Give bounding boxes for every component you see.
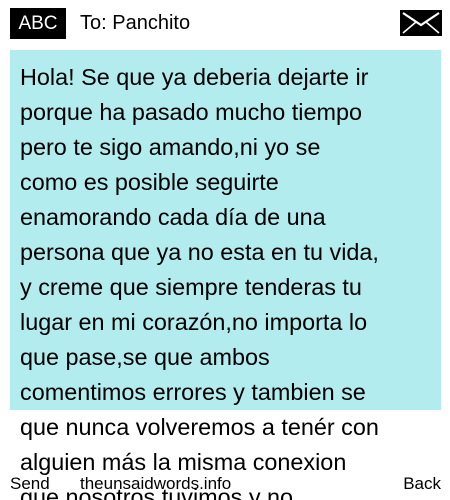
compose-header: ABC To: Panchito	[0, 0, 450, 45]
message-line: lugar en mi corazón,no importa lo	[20, 309, 368, 335]
message-line: y creme que siempre tenderas tu	[20, 274, 362, 300]
message-line: porque ha pasado mucho tiempo	[20, 99, 362, 125]
input-mode-badge[interactable]: ABC	[10, 8, 66, 39]
message-compose-screen: ABC To: Panchito Hola! Se que ya deberia…	[0, 0, 450, 500]
send-softkey[interactable]: Send	[10, 472, 50, 496]
message-line: comentimos errores y tambien se	[20, 379, 366, 405]
message-line: pero te sigo amando,ni yo se	[20, 134, 321, 160]
recipient-field[interactable]: To: Panchito	[80, 10, 190, 36]
envelope-icon	[400, 10, 442, 36]
message-body-field[interactable]: Hola! Se que ya deberia dejarte ir porque…	[10, 50, 441, 500]
message-line: que pase,se que ambos	[20, 344, 270, 370]
message-line: como es posible seguirte	[20, 169, 279, 195]
message-line: que nunca volveremos a tenér con	[20, 414, 379, 440]
message-line: Hola! Se que ya deberia dejarte ir	[20, 64, 369, 90]
website-watermark: theunsaidwords.info	[80, 474, 232, 493]
message-text: Hola! Se que ya deberia dejarte ir porque…	[20, 60, 436, 500]
message-line: enamorando cada día de una	[20, 204, 326, 230]
back-softkey[interactable]: Back	[403, 472, 441, 496]
softkey-bar: Send theunsaidwords.info Back	[0, 472, 450, 496]
message-line: persona que ya no esta en tu vida,	[20, 239, 379, 265]
